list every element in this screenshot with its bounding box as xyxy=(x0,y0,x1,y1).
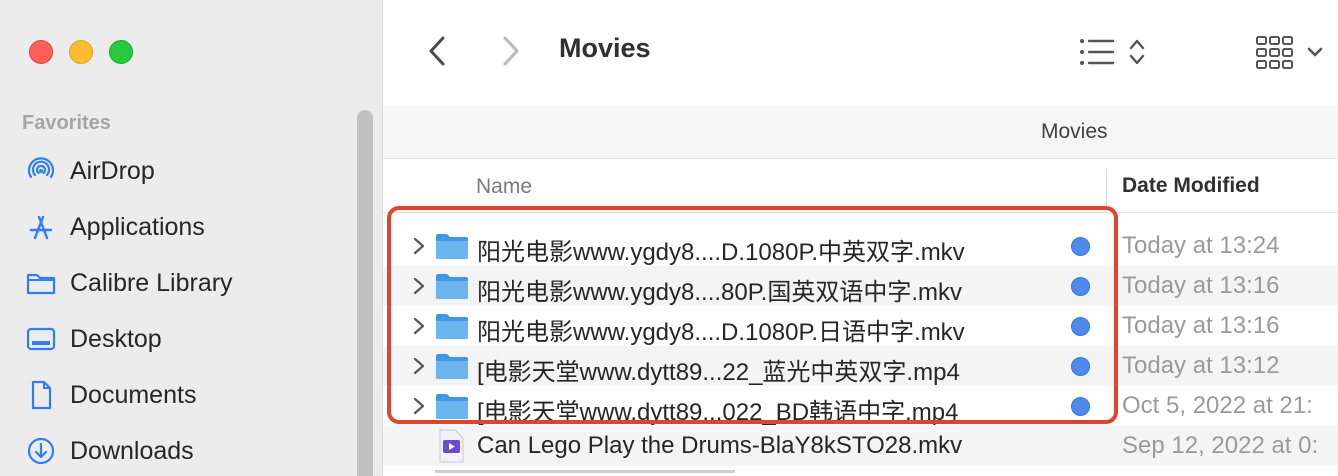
blue-tag-icon xyxy=(1071,237,1090,256)
list-item[interactable]: 阳光电影www.ygdy8....D.1080P.日语中字.mkv Today … xyxy=(383,306,1338,346)
airdrop-icon xyxy=(24,154,58,188)
sidebar-item-airdrop[interactable]: AirDrop xyxy=(24,153,354,189)
toolbar: Movies xyxy=(383,0,1338,106)
applications-icon xyxy=(24,210,58,244)
file-name: [电影天堂www.dytt89...022_BD韩语中字.mp4 xyxy=(477,399,959,426)
disclosure-chevron-icon[interactable] xyxy=(412,396,426,416)
list-view-icon xyxy=(1080,39,1145,65)
back-button[interactable] xyxy=(423,34,453,68)
desktop-icon xyxy=(24,322,58,356)
partial-row-edge xyxy=(435,470,735,473)
minimize-button[interactable] xyxy=(69,40,93,64)
close-button[interactable] xyxy=(29,40,53,64)
folder-icon xyxy=(436,314,468,339)
path-bar: Movies xyxy=(383,106,1338,159)
disclosure-chevron-icon[interactable] xyxy=(412,316,426,336)
sidebar-item-label: Applications xyxy=(70,212,205,241)
sidebar-item-desktop[interactable]: Desktop xyxy=(24,321,354,357)
sidebar-item-label: Documents xyxy=(70,380,197,409)
grid-view-icon xyxy=(1256,36,1323,69)
blue-tag-icon xyxy=(1071,397,1090,416)
chevron-right-icon xyxy=(503,36,519,66)
file-date: Today at 13:16 xyxy=(1122,272,1280,299)
file-name: Can Lego Play the Drums-BlaY8kSTO28.mkv xyxy=(477,432,963,459)
header-divider xyxy=(383,212,1338,213)
list-item[interactable]: Can Lego Play the Drums-BlaY8kSTO28.mkv … xyxy=(383,426,1338,466)
blue-tag-icon xyxy=(1071,357,1090,376)
disclosure-chevron-icon[interactable] xyxy=(412,236,426,256)
sidebar-item-label: Calibre Library xyxy=(70,268,233,297)
blue-tag-icon xyxy=(1071,277,1090,296)
file-list: 阳光电影www.ygdy8....D.1080P.中英双字.mkv Today … xyxy=(383,226,1338,476)
disclosure-chevron-icon[interactable] xyxy=(412,356,426,376)
sidebar-section-favorites: Favorites xyxy=(22,112,111,134)
column-divider[interactable] xyxy=(1106,169,1107,211)
sidebar: Favorites AirDrop Applications Calibre L… xyxy=(0,0,383,476)
window-title: Movies xyxy=(559,33,651,63)
file-name: 阳光电影www.ygdy8....80P.国英双语中字.mkv xyxy=(477,279,962,306)
sidebar-item-label: Downloads xyxy=(70,436,194,465)
column-header-date-modified[interactable]: Date Modified xyxy=(1122,174,1260,198)
file-date: Today at 13:24 xyxy=(1122,232,1280,259)
column-header-name[interactable]: Name xyxy=(476,175,532,199)
disclosure-chevron-icon[interactable] xyxy=(412,276,426,296)
sidebar-item-calibre-library[interactable]: Calibre Library xyxy=(24,265,354,301)
folder-icon xyxy=(24,266,58,300)
file-date: Today at 13:12 xyxy=(1122,352,1280,379)
list-item[interactable]: [电影天堂www.dytt89...22_蓝光中英双字.mp4 Today at… xyxy=(383,346,1338,386)
view-options-button[interactable] xyxy=(1079,36,1157,68)
list-item[interactable]: [电影天堂www.dytt89...022_BD韩语中字.mp4 Oct 5, … xyxy=(383,386,1338,426)
folder-icon xyxy=(436,274,468,299)
video-file-icon xyxy=(439,429,464,463)
chevron-left-icon xyxy=(429,36,445,66)
file-name: 阳光电影www.ygdy8....D.1080P.日语中字.mkv xyxy=(477,319,965,346)
folder-icon xyxy=(436,394,468,419)
file-date: Oct 5, 2022 at 21: xyxy=(1122,392,1313,419)
sidebar-item-label: AirDrop xyxy=(70,156,155,185)
list-item[interactable]: 阳光电影www.ygdy8....80P.国英双语中字.mkv Today at… xyxy=(383,266,1338,306)
zoom-button[interactable] xyxy=(109,40,133,64)
sidebar-item-applications[interactable]: Applications xyxy=(24,209,354,245)
blue-tag-icon xyxy=(1071,317,1090,336)
downloads-icon xyxy=(24,434,58,468)
file-date: Today at 13:16 xyxy=(1122,312,1280,339)
list-item-partial xyxy=(383,466,1338,476)
folder-icon xyxy=(436,234,468,259)
group-button[interactable] xyxy=(1255,33,1335,73)
file-name: [电影天堂www.dytt89...22_蓝光中英双字.mp4 xyxy=(477,359,960,386)
list-item[interactable]: 阳光电影www.ygdy8....D.1080P.中英双字.mkv Today … xyxy=(383,226,1338,266)
sidebar-item-downloads[interactable]: Downloads xyxy=(24,433,354,469)
file-date: Sep 12, 2022 at 0: xyxy=(1122,432,1319,459)
sidebar-item-documents[interactable]: Documents xyxy=(24,377,354,413)
folder-icon xyxy=(436,354,468,379)
path-bar-label: Movies xyxy=(1041,120,1108,143)
forward-button[interactable] xyxy=(495,34,525,68)
column-header-bar: Name Date Modified xyxy=(383,159,1338,213)
sidebar-scrollbar[interactable] xyxy=(357,110,373,476)
sidebar-item-label: Desktop xyxy=(70,324,162,353)
document-icon xyxy=(24,378,58,412)
finder-window: Favorites AirDrop Applications Calibre L… xyxy=(0,0,1338,476)
file-name: 阳光电影www.ygdy8....D.1080P.中英双字.mkv xyxy=(477,239,965,266)
